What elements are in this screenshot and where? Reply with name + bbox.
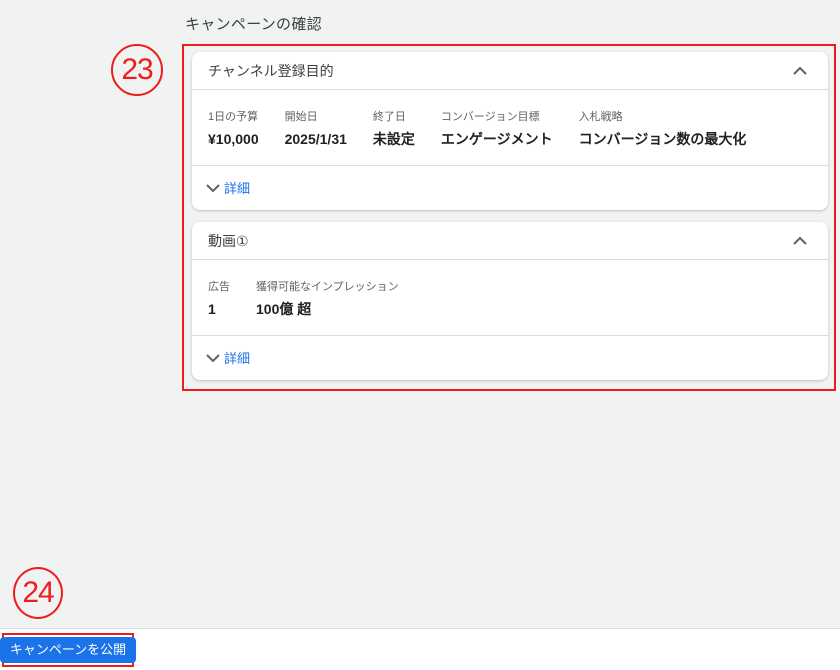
page-title: キャンペーンの確認 [185, 16, 322, 33]
details-link-label[interactable]: 詳細 [224, 178, 250, 197]
chevron-up-icon[interactable] [788, 229, 812, 253]
chevron-down-icon [206, 183, 220, 192]
campaign-card-title: チャンネル登録目的 [208, 62, 334, 79]
field-daily-budget: 1日の予算 ¥10,000 [208, 111, 259, 147]
video-card-fields: 広告 1 獲得可能なインプレッション 100億 超 [192, 260, 828, 335]
field-end-date: 終了日 未設定 [372, 111, 415, 147]
video-card-header[interactable]: 動画① [192, 222, 828, 260]
field-available-impressions: 獲得可能なインプレッション 100億 超 [256, 281, 399, 317]
field-conversion-goal: コンバージョン目標 エンゲージメント [440, 111, 553, 147]
campaign-card-fields: 1日の予算 ¥10,000 開始日 2025/1/31 終了日 未設定 コンバー… [192, 90, 828, 165]
annotation-circle-24: 24 [13, 567, 63, 619]
review-cards: チャンネル登録目的 1日の予算 ¥10,000 開始日 2025/1/31 終了… [192, 52, 828, 392]
campaign-summary-card: チャンネル登録目的 1日の予算 ¥10,000 開始日 2025/1/31 終了… [192, 52, 828, 210]
video-card-title: 動画① [208, 232, 249, 249]
video-adgroup-card: 動画① 広告 1 獲得可能なインプレッション 100億 超 詳細 [192, 222, 828, 380]
video-details-link[interactable]: 詳細 [192, 335, 828, 380]
chevron-down-icon [206, 353, 220, 362]
annotation-box-publish-button: キャンペーンを公開 [0, 633, 137, 667]
campaign-card-header[interactable]: チャンネル登録目的 [192, 52, 828, 90]
annotation-number: 23 [121, 53, 153, 86]
field-start-date: 開始日 2025/1/31 [284, 111, 347, 147]
campaign-review-page: キャンペーンの確認 23 チャンネル登録目的 1日の予算 ¥10,000 開始日… [0, 0, 840, 670]
campaign-details-link[interactable]: 詳細 [192, 165, 828, 210]
publish-campaign-button[interactable]: キャンペーンを公開 [0, 637, 137, 663]
annotation-number: 24 [22, 576, 54, 609]
field-ads-count: 広告 1 [208, 281, 230, 317]
details-link-label[interactable]: 詳細 [224, 348, 250, 367]
field-bid-strategy: 入札戦略 コンバージョン数の最大化 [578, 111, 747, 147]
annotation-circle-23: 23 [111, 44, 163, 96]
chevron-up-icon[interactable] [788, 59, 812, 83]
